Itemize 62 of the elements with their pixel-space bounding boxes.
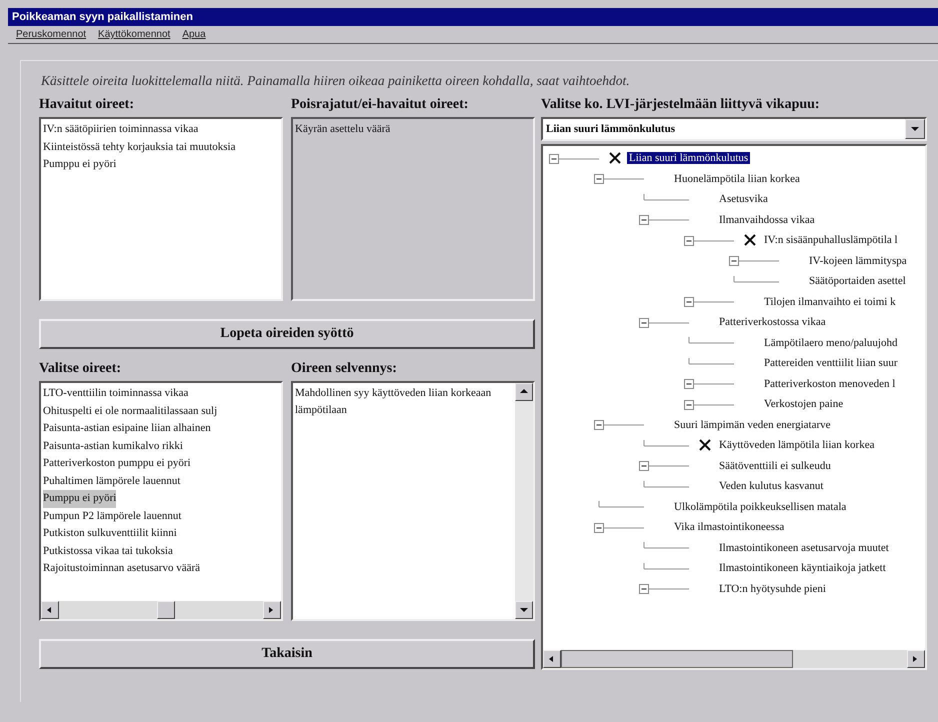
vertical-scrollbar[interactable] bbox=[515, 383, 533, 619]
text-label: Oireen selvennys: bbox=[291, 361, 398, 377]
tree-item[interactable]: IV:n sisäänpuhalluslämpötila l bbox=[762, 234, 900, 246]
tree-item[interactable]: Huonelämpötila liian korkea bbox=[672, 172, 802, 185]
horizontal-scrollbar[interactable] bbox=[543, 650, 925, 668]
list-item[interactable]: Kiinteistössä tehty korjauksia tai muutoksia bbox=[43, 138, 236, 156]
window-title: Poikkeaman syyn paikallistaminen bbox=[8, 8, 938, 26]
tree-item[interactable]: LTO:n hyötysuhde pieni bbox=[717, 582, 828, 595]
list-item[interactable]: Putkistossa vikaa tai tukoksia bbox=[43, 542, 173, 560]
list-item[interactable]: Patteriverkoston pumppu ei pyöri bbox=[43, 455, 191, 472]
observed-symptoms-list[interactable]: IV:n säätöpiirien toiminnassa vikaa Kiinteistössä tehty korjauksia tai muutoksia Pumppu ei pyöri bbox=[39, 117, 283, 301]
tree-item[interactable]: Käyttöveden lämpötila liian korkea bbox=[717, 439, 876, 452]
list-item[interactable]: Pumppu ei pyöri bbox=[43, 156, 116, 174]
symptom-choice-list[interactable] bbox=[39, 381, 283, 621]
list-label: Valitse oireet: bbox=[39, 361, 122, 377]
fault-tree-view[interactable] bbox=[541, 144, 927, 670]
tree-item[interactable]: Liian suuri lämmönkulutus bbox=[627, 152, 750, 164]
menu-item[interactable]: Peruskomennot bbox=[16, 29, 86, 40]
tree-item[interactable]: Ilmastointikoneen käyntiaikoja jatkett bbox=[717, 562, 888, 574]
list-item[interactable]: Pumppu ei pyöri bbox=[43, 490, 116, 508]
list-label: Poisrajatut/ei-havaitut oireet: bbox=[291, 97, 470, 113]
tree-item[interactable]: Patteriverkostossa vikaa bbox=[717, 316, 828, 328]
list-item[interactable]: Käyrän asettelu väärä bbox=[295, 121, 390, 138]
dropdown-arrow-icon bbox=[910, 124, 920, 134]
fault-tree-dropdown[interactable]: Liian suuri lämmönkulutus bbox=[541, 117, 927, 141]
list-item[interactable]: Paisunta-astian esipaine liian alhainen bbox=[43, 420, 211, 438]
menu-item[interactable]: Käyttökomennot bbox=[98, 29, 170, 40]
tree-label: Valitse ko. LVI-järjestelmään liittyvä vikapuu: bbox=[541, 97, 821, 113]
tree-item[interactable]: IV-kojeen lämmityspa bbox=[807, 254, 909, 267]
list-item[interactable]: Rajoitustoiminnan asetusarvo väärä bbox=[43, 560, 200, 578]
tree-item[interactable]: Säätöportaiden asettel bbox=[807, 275, 908, 288]
list-item[interactable]: Pumpun P2 lämpörele lauennut bbox=[43, 508, 182, 525]
menu-item[interactable]: Apua bbox=[182, 29, 206, 40]
explanation-box[interactable]: Mahdollinen syy käyttöveden liian korkeaan lämpötilaan bbox=[291, 381, 535, 621]
list-item[interactable]: Puhaltimen lämpörele lauennut bbox=[43, 472, 180, 490]
explanation-text: Mahdollinen syy käyttöveden liian korkeaan lämpötilaan bbox=[295, 386, 492, 418]
tree-item[interactable]: Asetusvika bbox=[717, 193, 770, 206]
list-item[interactable]: Putkiston sulkuventtiilit kiinni bbox=[43, 525, 177, 542]
tree-item[interactable]: Ulkolämpötila poikkeuksellisen matala bbox=[672, 500, 848, 513]
tree-item[interactable]: Pattereiden venttiilit liian suur bbox=[762, 357, 900, 370]
excluded-symptoms-list[interactable]: Käyrän asettelu väärä bbox=[291, 117, 535, 301]
tree-item[interactable]: Patteriverkoston menoveden l bbox=[762, 378, 898, 390]
scroll-down-icon bbox=[519, 605, 529, 615]
list-label: Havaitut oireet: bbox=[39, 97, 135, 113]
list-item[interactable]: Ohituspelti ei ole normaalitilassaan sulj bbox=[43, 402, 218, 420]
list-item[interactable]: LTO-venttiilin toiminnassa vikaa bbox=[43, 385, 188, 402]
tree-item[interactable]: Vika ilmastointikoneessa bbox=[672, 521, 786, 534]
horizontal-scrollbar[interactable] bbox=[41, 601, 281, 619]
tree-item[interactable]: Ilmanvaihdossa vikaa bbox=[717, 214, 817, 226]
list-item[interactable]: Paisunta-astian kumikalvo rikki bbox=[43, 438, 183, 455]
back-button[interactable]: Takaisin bbox=[39, 639, 535, 669]
tree-item[interactable]: Säätöventtiili ei sulkeudu bbox=[717, 460, 833, 472]
tree-item[interactable]: Verkostojen paine bbox=[762, 398, 846, 410]
list-item[interactable]: IV:n säätöpiirien toiminnassa vikaa bbox=[43, 121, 198, 138]
tree-item[interactable]: Ilmastointikoneen asetusarvoja muutet bbox=[717, 542, 891, 554]
tree-item[interactable]: Lämpötilaero meno/paluujohd bbox=[762, 336, 900, 349]
tree-item[interactable]: Veden kulutus kasvanut bbox=[717, 480, 826, 492]
scroll-thumb[interactable] bbox=[561, 650, 793, 668]
stop-input-button[interactable]: Lopeta oireiden syöttö bbox=[39, 319, 535, 349]
tree-item[interactable]: Tilojen ilmanvaihto ei toimi k bbox=[762, 296, 898, 308]
instruction-text: Käsittele oireita luokittelemalla niitä. Painamalla hiiren oikeaa painiketta oireen kohdalla, saat vaihtoehdot. bbox=[41, 73, 631, 89]
tree-item[interactable]: Suuri lämpimän veden energiatarve bbox=[672, 418, 832, 431]
